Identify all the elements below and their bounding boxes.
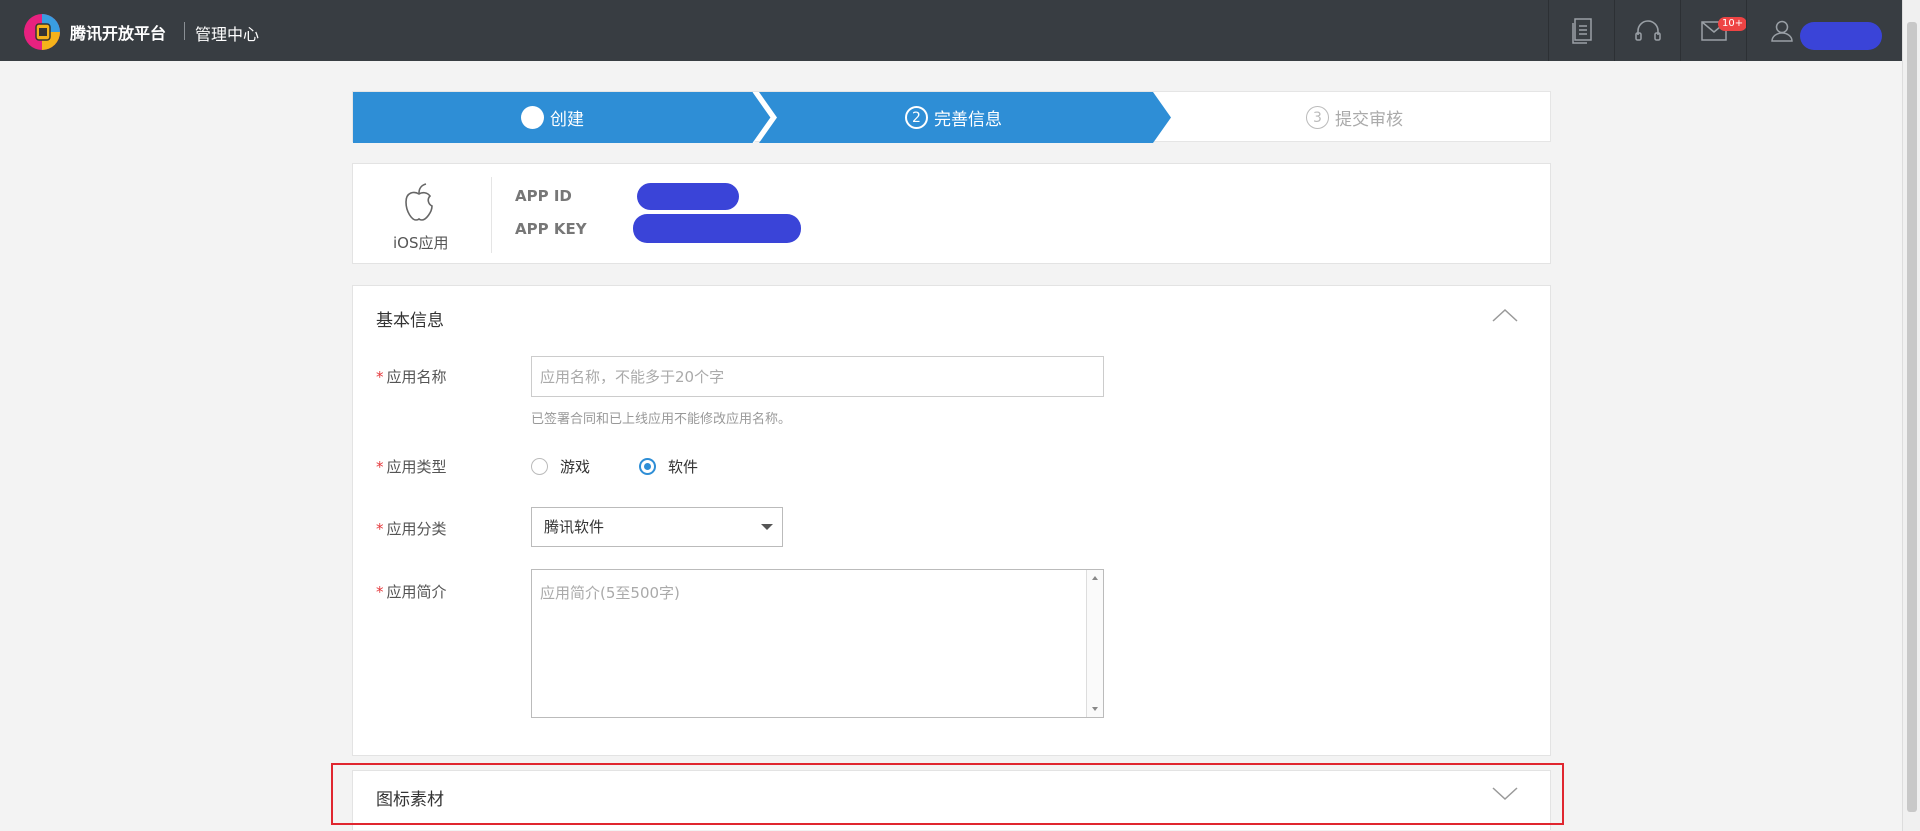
app-name-input[interactable] (531, 356, 1104, 397)
type-option-software[interactable]: 软件 (639, 456, 698, 477)
app-type-label: iOS应用 (393, 234, 449, 252)
radio-label: 软件 (668, 458, 699, 476)
management-center-link[interactable]: 管理中心 (195, 21, 259, 45)
radio-label: 游戏 (560, 458, 591, 476)
textarea-scrollbar[interactable] (1086, 570, 1103, 717)
step-create: 创建 (521, 92, 584, 143)
scrollbar-thumb[interactable] (1907, 22, 1917, 812)
type-option-game[interactable]: 游戏 (531, 456, 590, 477)
step-submit-review: 3 提交审核 (1306, 92, 1403, 143)
app-id-value-redacted (637, 183, 739, 210)
section-title: 基本信息 (376, 311, 444, 331)
section-title: 图标素材 (376, 790, 444, 810)
app-id-label: APP ID (515, 187, 572, 205)
app-category-select[interactable]: 腾讯软件 (531, 507, 783, 547)
step-label: 完善信息 (934, 110, 1002, 130)
user-name-redacted[interactable] (1800, 22, 1882, 50)
progress-steps: 创建 2 完善信息 3 提交审核 (352, 91, 1551, 143)
step-number: 3 (1306, 106, 1329, 129)
app-intro-textarea[interactable] (531, 569, 1104, 718)
check-icon (521, 93, 544, 129)
step-number: 2 (905, 106, 928, 129)
app-name-hint: 已签署合同和已上线应用不能修改应用名称。 (531, 412, 792, 427)
brand-divider (184, 22, 185, 40)
app-type-label: * 应用类型 (376, 458, 447, 476)
radio-checked[interactable] (639, 458, 656, 475)
step-label: 提交审核 (1335, 110, 1403, 130)
headset-icon (1634, 19, 1661, 41)
scroll-up-icon[interactable] (1092, 576, 1098, 580)
user-icon (1771, 20, 1793, 42)
app-info-card: iOS应用 APP ID APP KEY (352, 163, 1551, 264)
doc-button[interactable] (1548, 0, 1614, 61)
caret-down-icon (761, 524, 773, 530)
select-value: 腾讯软件 (544, 518, 605, 536)
step-label: 创建 (550, 110, 584, 130)
tencent-logo-icon[interactable] (22, 12, 62, 52)
apple-icon (405, 183, 433, 221)
top-navbar: 腾讯开放平台 管理中心 10+ (0, 0, 1902, 61)
message-count-badge: 10+ (1718, 17, 1748, 31)
app-key-value-redacted (633, 214, 801, 243)
brand-name[interactable]: 腾讯开放平台 (70, 20, 166, 44)
app-intro-label: * 应用简介 (376, 583, 447, 601)
app-name-label: * 应用名称 (376, 368, 447, 386)
app-key-label: APP KEY (515, 220, 587, 238)
card-divider (491, 177, 492, 253)
chevron-up-icon[interactable] (1492, 308, 1518, 322)
radio-unchecked[interactable] (531, 458, 548, 475)
basic-info-section: 基本信息 *应用名称 已签署合同和已上线应用不能修改应用名称。 *应用类型 游戏… (352, 285, 1551, 756)
step-complete-info: 2 完善信息 (905, 92, 1002, 143)
doc-icon (1571, 17, 1592, 44)
app-category-label: * 应用分类 (376, 520, 447, 538)
icon-material-section[interactable]: 图标素材 (352, 770, 1551, 830)
scroll-down-icon[interactable] (1092, 707, 1098, 711)
chevron-down-icon[interactable] (1492, 787, 1518, 801)
page-scrollbar[interactable] (1902, 0, 1920, 831)
support-button[interactable] (1614, 0, 1680, 61)
